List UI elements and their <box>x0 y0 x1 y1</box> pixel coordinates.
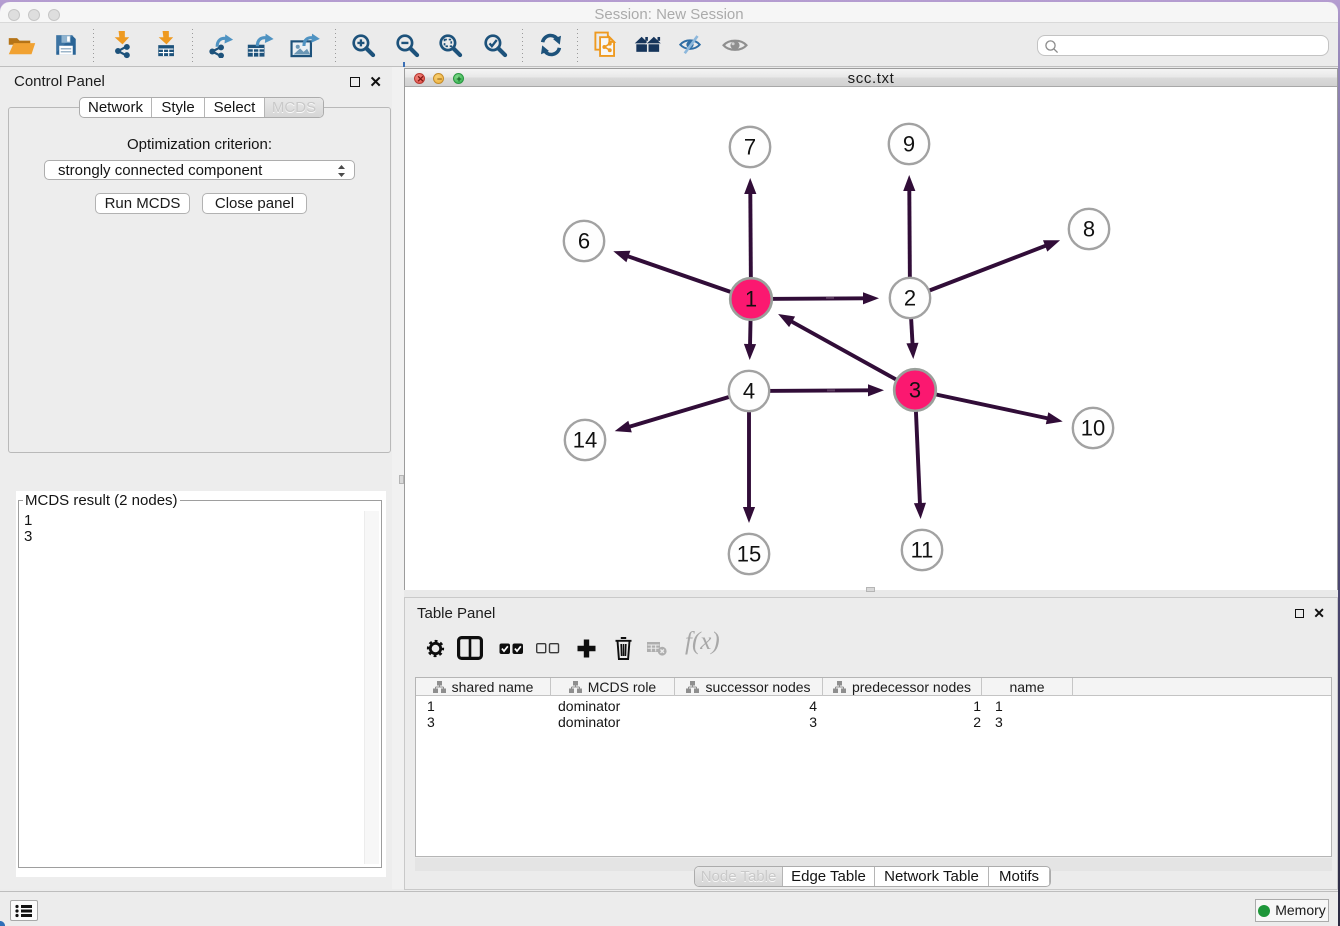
svg-text:8: 8 <box>1083 217 1095 242</box>
svg-text:1: 1 <box>745 287 757 312</box>
svg-text:6: 6 <box>578 229 590 254</box>
svg-text:15: 15 <box>737 542 761 567</box>
svg-text:11: 11 <box>911 538 934 563</box>
svg-text:3: 3 <box>909 378 921 403</box>
svg-text:14: 14 <box>573 428 597 453</box>
svg-text:9: 9 <box>903 132 915 157</box>
svg-text:4: 4 <box>743 379 755 404</box>
svg-text:10: 10 <box>1081 416 1105 441</box>
svg-text:7: 7 <box>744 135 756 160</box>
svg-text:2: 2 <box>904 286 916 311</box>
